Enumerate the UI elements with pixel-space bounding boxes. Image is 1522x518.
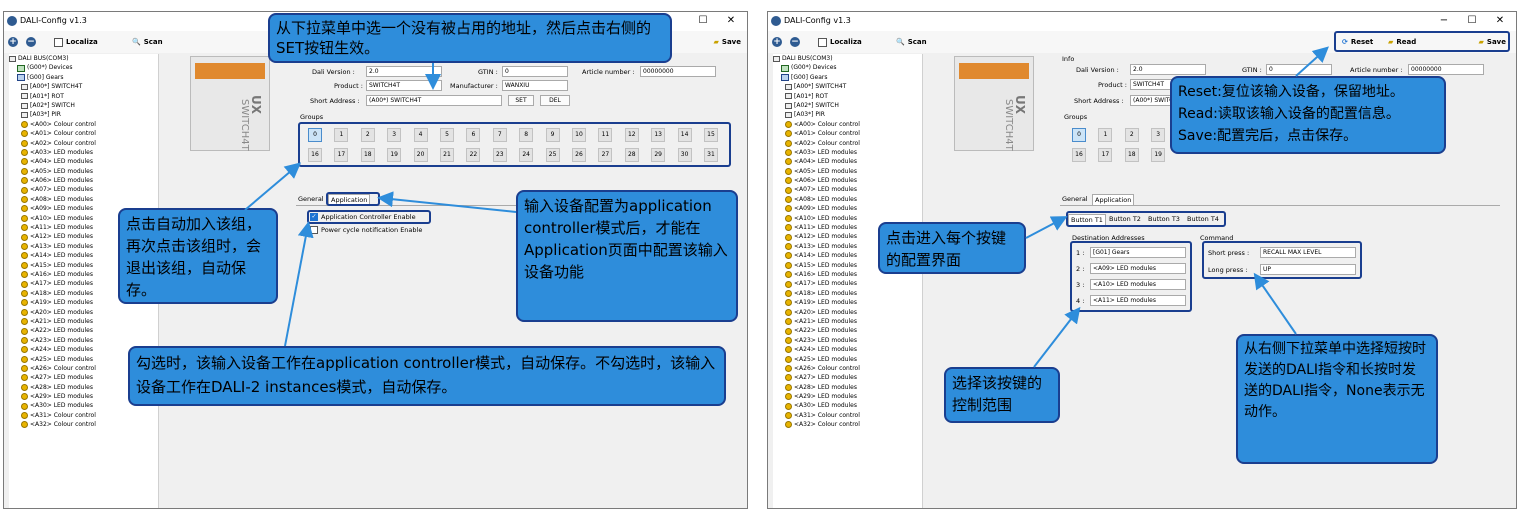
arrow-line [284,221,314,347]
arrow-line [244,162,302,211]
arrow-line [1295,46,1329,77]
arrow-line [1025,216,1068,239]
callout-arrows [244,46,1329,368]
arrow-line [1033,306,1081,368]
arrow-line [377,191,517,213]
arrow-line [1253,272,1297,335]
